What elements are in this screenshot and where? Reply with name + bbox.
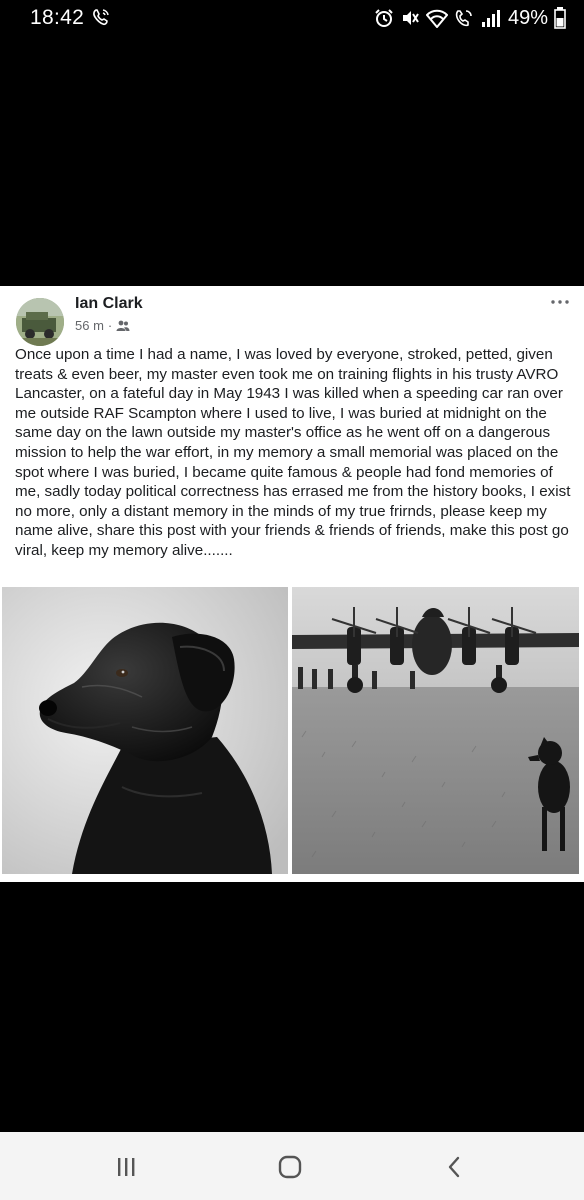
post-card: Ian Clark 56 m · Once upon a time I had … (0, 286, 584, 882)
labrador-illustration (2, 587, 288, 874)
home-icon (278, 1155, 302, 1179)
recent-apps-button[interactable] (106, 1152, 146, 1182)
back-icon (448, 1156, 460, 1178)
wifi-icon (425, 9, 448, 28)
status-time: 18:42 (30, 6, 85, 29)
battery-percent: 49% (507, 6, 548, 29)
alarm-icon (375, 9, 393, 27)
navigation-bar (0, 1132, 584, 1200)
post-time[interactable]: 56 m (75, 318, 104, 333)
author-name[interactable]: Ian Clark (75, 295, 143, 313)
status-icons: 49% (374, 6, 566, 30)
post-text: Once upon a time I had a name, I was lov… (15, 346, 571, 559)
recent-apps-icon (118, 1158, 135, 1176)
lancaster-bomber-with-dog-photo[interactable] (292, 587, 579, 874)
back-button[interactable] (434, 1152, 474, 1182)
post-meta: 56 m · (75, 318, 130, 333)
wifi-call-icon (93, 9, 109, 26)
status-bar: 18:42 49% (0, 0, 584, 36)
more-options-icon[interactable] (550, 296, 570, 308)
home-button[interactable] (270, 1152, 310, 1182)
wifi-calling-icon (455, 10, 472, 27)
mute-icon (402, 11, 419, 25)
battery-icon (554, 7, 566, 29)
lancaster-illustration (292, 587, 579, 874)
friends-icon[interactable] (116, 320, 130, 332)
signal-icon (481, 10, 500, 27)
labrador-portrait-photo[interactable] (2, 587, 288, 874)
meta-separator: · (107, 318, 113, 333)
avatar[interactable] (16, 298, 64, 346)
avatar-image (16, 298, 64, 346)
